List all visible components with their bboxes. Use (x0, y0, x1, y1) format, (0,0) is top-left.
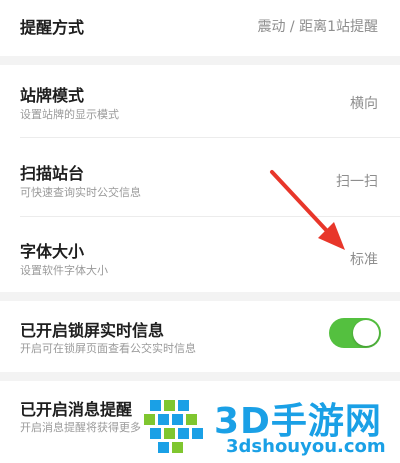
setting-value: 扫一扫 (336, 174, 378, 190)
toggle-knob (353, 320, 379, 346)
setting-subtitle: 可快速查询实时公交信息 (20, 186, 141, 199)
settings-page: 提醒方式 震动 / 距离1站提醒 站牌模式 设置站牌的显示模式 横向 扫描站台 … (0, 0, 400, 463)
setting-lockscreen-info: 已开启锁屏实时信息 开启可在锁屏页面查看公交实时信息 (0, 301, 400, 369)
setting-title: 扫描站台 (20, 164, 85, 183)
setting-value: 横向 (350, 96, 378, 112)
section-divider (0, 292, 400, 301)
lockscreen-info-toggle[interactable] (329, 318, 381, 348)
setting-title: 提醒方式 (20, 18, 85, 37)
setting-subtitle: 设置站牌的显示模式 (20, 108, 119, 121)
setting-reminder-mode[interactable]: 提醒方式 震动 / 距离1站提醒 (0, 0, 400, 52)
setting-subtitle: 开启消息提醒将获得更多 (20, 421, 141, 434)
section-divider (0, 372, 400, 381)
setting-title: 已开启消息提醒 (20, 400, 133, 419)
setting-title: 已开启锁屏实时信息 (20, 321, 165, 340)
setting-value: 标准 (350, 252, 378, 268)
setting-title: 字体大小 (20, 242, 85, 261)
setting-font-size[interactable]: 字体大小 设置软件字体大小 标准 (0, 217, 400, 291)
setting-value: 震动 / 距离1站提醒 (257, 19, 378, 35)
setting-subtitle: 设置软件字体大小 (20, 264, 108, 277)
section-divider (0, 56, 400, 65)
3d-logo-icon (144, 400, 203, 453)
setting-stop-sign-mode[interactable]: 站牌模式 设置站牌的显示模式 横向 (0, 65, 400, 135)
setting-scan-stop[interactable]: 扫描站台 可快速查询实时公交信息 扫一扫 (0, 138, 400, 216)
watermark-url: 3dshouyou.com (226, 436, 386, 457)
setting-subtitle: 开启可在锁屏页面查看公交实时信息 (20, 342, 196, 355)
setting-title: 站牌模式 (20, 86, 85, 105)
